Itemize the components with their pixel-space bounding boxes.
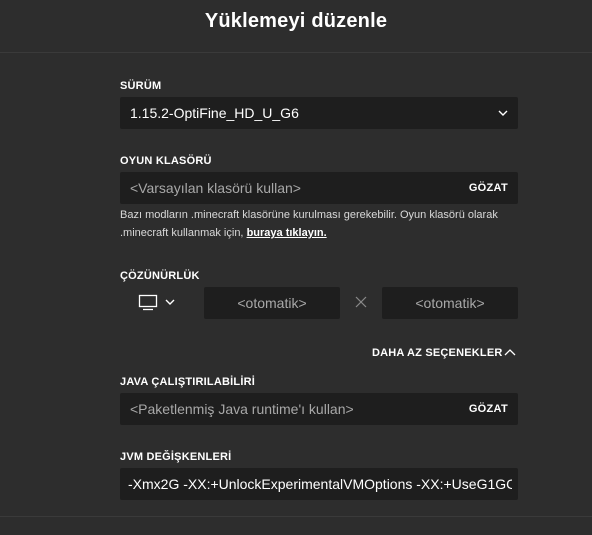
- footer-divider: [0, 516, 592, 517]
- jvm-args-input[interactable]: -Xmx2G -XX:+UnlockExperimentalVMOptions …: [128, 468, 512, 500]
- version-label: SÜRÜM: [120, 80, 162, 92]
- times-icon: [355, 296, 367, 308]
- version-selected-value: 1.15.2-OptiFine_HD_U_G6: [130, 105, 299, 121]
- dialog-header: Yüklemeyi düzenle: [0, 0, 592, 53]
- jvm-label: JVM DEĞİŞKENLERİ: [120, 451, 232, 463]
- monitor-dropdown[interactable]: [138, 294, 178, 312]
- chevron-down-icon: [165, 299, 175, 305]
- game-dir-hint: Bazı modların .minecraft klasörüne kurul…: [120, 206, 520, 242]
- game-dir-field[interactable]: <Varsayılan klasörü kullan> GÖZAT: [120, 172, 518, 204]
- java-field[interactable]: <Paketlenmiş Java runtime'ı kullan> GÖZA…: [120, 393, 518, 425]
- chevron-up-icon: [504, 349, 516, 356]
- chevron-down-icon: [498, 110, 508, 116]
- java-browse-button[interactable]: GÖZAT: [469, 393, 508, 425]
- jvm-args-field[interactable]: -Xmx2G -XX:+UnlockExperimentalVMOptions …: [120, 468, 518, 500]
- java-label: JAVA ÇALIŞTIRILABİLİRİ: [120, 376, 255, 388]
- monitor-icon: [138, 294, 175, 311]
- resolution-width-input[interactable]: <otomatik>: [204, 287, 340, 319]
- fewer-options-label: DAHA AZ SEÇENEKLER: [372, 347, 503, 359]
- game-dir-label: OYUN KLASÖRÜ: [120, 155, 212, 167]
- fewer-options-toggle[interactable]: DAHA AZ SEÇENEKLER: [372, 347, 516, 359]
- version-select[interactable]: 1.15.2-OptiFine_HD_U_G6: [120, 97, 518, 129]
- java-input[interactable]: <Paketlenmiş Java runtime'ı kullan>: [130, 393, 354, 425]
- game-dir-input[interactable]: <Varsayılan klasörü kullan>: [130, 172, 301, 204]
- game-dir-hint-link[interactable]: buraya tıklayın.: [247, 227, 327, 239]
- game-dir-browse-button[interactable]: GÖZAT: [469, 172, 508, 204]
- dialog-title: Yüklemeyi düzenle: [204, 10, 388, 32]
- resolution-height-input[interactable]: <otomatik>: [382, 287, 518, 319]
- resolution-label: ÇÖZÜNÜRLÜK: [120, 270, 200, 282]
